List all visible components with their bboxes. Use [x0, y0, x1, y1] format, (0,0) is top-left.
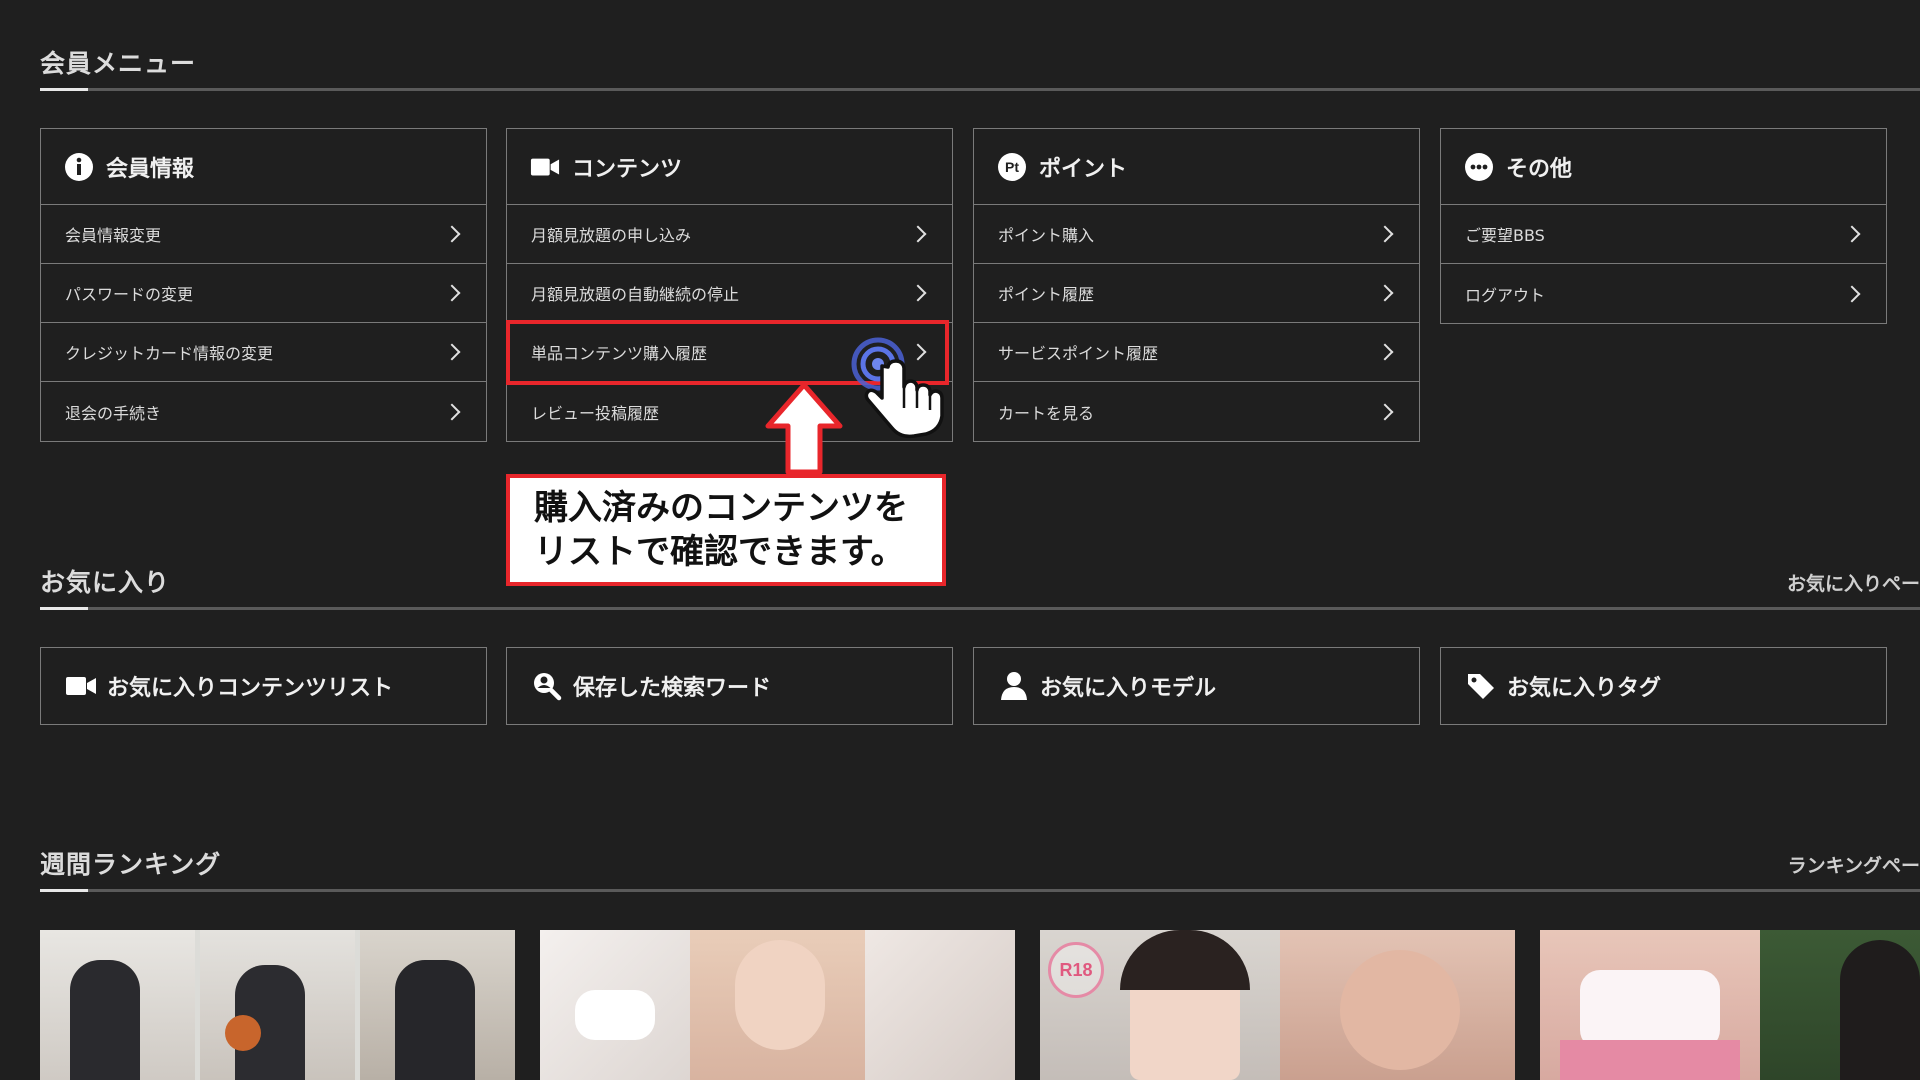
chevron-right-icon: [1376, 284, 1394, 302]
svg-text:Pt: Pt: [1005, 159, 1019, 175]
chevron-right-icon: [1376, 403, 1394, 420]
card-title: コンテンツ: [572, 156, 683, 182]
menu-item-label: クレジットカード情報の変更: [65, 344, 274, 363]
card-others: その他 ご要望BBS ログアウト: [1440, 128, 1887, 324]
saved-search-words-button[interactable]: 保存した検索ワード: [506, 647, 953, 725]
ranking-thumbnail[interactable]: [40, 930, 515, 1080]
card-header: コンテンツ: [507, 129, 952, 205]
chevron-right-icon: [1843, 225, 1861, 243]
card-member-info: 会員情報 会員情報変更 パスワードの変更 クレジットカード情報の変更 退会の手続…: [40, 128, 487, 442]
menu-item-label: 退会の手続き: [65, 403, 162, 423]
menu-item-label: カートを見る: [998, 403, 1095, 423]
chevron-right-icon: [1843, 285, 1861, 302]
chevron-right-icon: [1376, 225, 1394, 243]
menu-item-label: パスワードの変更: [65, 285, 194, 304]
menu-item-view-cart[interactable]: カートを見る: [974, 382, 1419, 441]
favorites-divider: [40, 607, 1920, 610]
favorites-page-link[interactable]: お気に入りペー: [1787, 569, 1920, 596]
menu-item-monthly-auto-renew-stop[interactable]: 月額見放題の自動継続の停止: [507, 264, 952, 323]
menu-item-label: 会員情報変更: [65, 226, 162, 245]
member-menu-header: 会員メニュー: [40, 44, 1920, 94]
menu-item-label: ご要望BBS: [1465, 226, 1545, 245]
chevron-right-icon: [909, 284, 927, 302]
points-pt-icon: Pt: [997, 152, 1027, 182]
card-header: 会員情報: [41, 129, 486, 205]
ranking-thumbnail[interactable]: R18: [1040, 930, 1515, 1080]
video-camera-icon: [65, 670, 97, 702]
ranking-thumbnail[interactable]: [1540, 930, 1920, 1080]
menu-item-member-info-change[interactable]: 会員情報変更: [41, 205, 486, 264]
chevron-right-icon: [1376, 343, 1394, 361]
chevron-right-icon: [443, 225, 461, 243]
menu-item-service-point-history[interactable]: サービスポイント履歴: [974, 323, 1419, 382]
menu-item-label: ポイント購入: [998, 226, 1095, 245]
menu-item-password-change[interactable]: パスワードの変更: [41, 264, 486, 323]
menu-item-withdrawal[interactable]: 退会の手続き: [41, 382, 486, 441]
menu-item-credit-card-change[interactable]: クレジットカード情報の変更: [41, 323, 486, 382]
favorite-label: お気に入りタグ: [1507, 676, 1662, 701]
favorite-label: 保存した検索ワード: [573, 676, 772, 701]
menu-item-point-history[interactable]: ポイント履歴: [974, 264, 1419, 323]
person-icon: [998, 670, 1030, 702]
menu-item-label: 月額見放題の自動継続の停止: [531, 285, 740, 304]
card-title: 会員情報: [106, 156, 195, 182]
annotation-line-1: 購入済みのコンテンツを: [534, 488, 908, 528]
menu-item-point-purchase[interactable]: ポイント購入: [974, 205, 1419, 264]
chevron-right-icon: [443, 284, 461, 302]
card-header: その他: [1441, 129, 1886, 205]
chevron-right-icon: [443, 343, 461, 361]
favorite-contents-list-button[interactable]: お気に入りコンテンツリスト: [40, 647, 487, 725]
video-camera-icon: [530, 152, 560, 182]
favorites-title: お気に入り: [40, 568, 171, 597]
card-header: Pt ポイント: [974, 129, 1419, 205]
r18-badge: R18: [1048, 942, 1104, 998]
menu-item-label: 単品コンテンツ購入履歴: [531, 344, 708, 363]
arrow-up-icon: [765, 382, 843, 474]
tap-hand-cursor-icon: [851, 337, 944, 439]
card-title: ポイント: [1039, 156, 1128, 182]
member-menu-title: 会員メニュー: [40, 49, 197, 78]
ranking-header: 週間ランキング ランキングペー: [40, 845, 1920, 895]
chevron-right-icon: [443, 403, 461, 420]
favorite-models-button[interactable]: お気に入りモデル: [973, 647, 1420, 725]
menu-item-request-bbs[interactable]: ご要望BBS: [1441, 205, 1886, 264]
card-points: Pt ポイント ポイント購入 ポイント履歴 サービスポイント履歴 カートを見る: [973, 128, 1420, 442]
menu-item-label: ポイント履歴: [998, 285, 1095, 304]
favorite-tags-button[interactable]: お気に入りタグ: [1440, 647, 1887, 725]
search-person-icon: [531, 670, 563, 702]
ranking-page-link[interactable]: ランキングペー: [1788, 851, 1920, 878]
favorite-label: お気に入りモデル: [1040, 676, 1217, 701]
ranking-divider: [40, 889, 1920, 892]
ranking-title: 週間ランキング: [40, 850, 222, 879]
chevron-right-icon: [909, 225, 927, 243]
favorite-label: お気に入りコンテンツリスト: [107, 676, 394, 701]
member-menu-divider: [40, 88, 1920, 91]
menu-item-label: レビュー投稿履歴: [531, 403, 660, 423]
menu-item-logout[interactable]: ログアウト: [1441, 264, 1886, 323]
info-icon: [64, 152, 94, 182]
card-title: その他: [1506, 156, 1573, 182]
menu-item-label: サービスポイント履歴: [998, 344, 1159, 363]
menu-item-monthly-subscribe[interactable]: 月額見放題の申し込み: [507, 205, 952, 264]
tag-icon: [1465, 670, 1497, 702]
more-dots-icon: [1464, 152, 1494, 182]
menu-item-label: ログアウト: [1465, 285, 1546, 305]
favorites-header: お気に入り お気に入りペー: [40, 563, 1920, 613]
menu-item-label: 月額見放題の申し込み: [531, 226, 692, 245]
ranking-thumbnail[interactable]: [540, 930, 1015, 1080]
